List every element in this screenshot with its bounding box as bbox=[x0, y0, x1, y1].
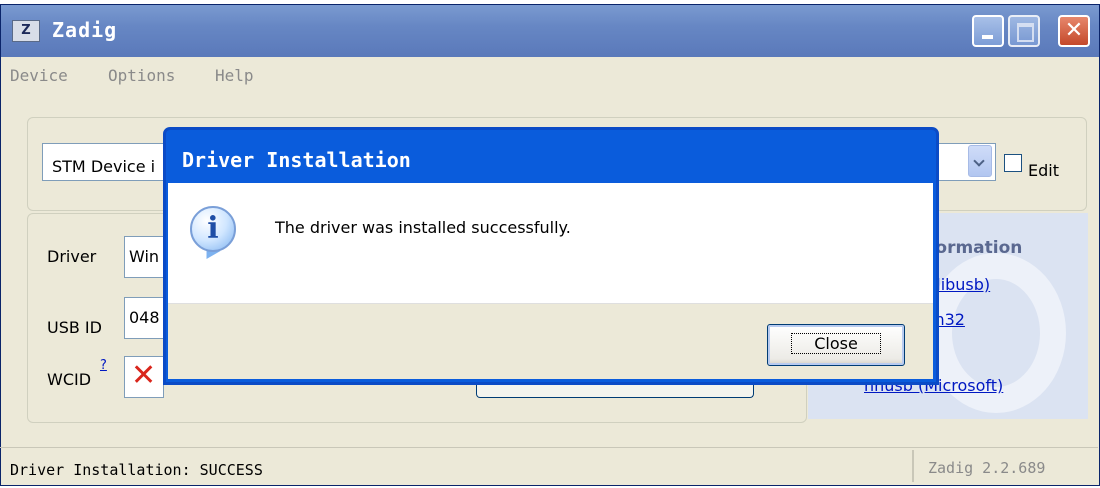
info-heading: formation bbox=[928, 238, 1023, 258]
libusb-link[interactable]: (libusb) bbox=[930, 275, 990, 294]
version-text: Zadig 2.2.689 bbox=[928, 459, 1046, 477]
information-icon: i bbox=[190, 206, 236, 252]
dialog-title: Driver Installation bbox=[182, 148, 411, 172]
dialog-message: The driver was installed successfully. bbox=[275, 218, 571, 237]
zadig-app-icon[interactable]: Z bbox=[12, 20, 40, 42]
dialog-close-button[interactable]: Close bbox=[767, 324, 905, 366]
dialog-close-label: Close bbox=[791, 333, 881, 354]
wcid-help-link[interactable]: ? bbox=[100, 358, 107, 373]
status-divider bbox=[912, 450, 914, 482]
wcid-label: WCID bbox=[47, 370, 92, 389]
window-title: Zadig bbox=[52, 18, 118, 42]
dialog-body bbox=[168, 183, 933, 303]
minimize-button[interactable] bbox=[972, 15, 1004, 47]
maximize-button[interactable] bbox=[1008, 15, 1040, 47]
menu-help[interactable]: Help bbox=[215, 66, 254, 85]
device-dropdown-value: STM Device i bbox=[52, 157, 156, 176]
title-bar[interactable] bbox=[1, 5, 1099, 57]
edit-label[interactable]: Edit bbox=[1028, 161, 1059, 180]
menu-device[interactable]: Device bbox=[10, 66, 68, 85]
menu-options[interactable]: Options bbox=[108, 66, 175, 85]
status-text: Driver Installation: SUCCESS bbox=[10, 461, 263, 479]
window-close-button[interactable]: ✕ bbox=[1058, 15, 1090, 47]
chevron-down-icon[interactable] bbox=[968, 145, 992, 177]
usbid-label: USB ID bbox=[47, 318, 102, 337]
driver-label: Driver bbox=[47, 247, 97, 266]
error-x-icon: ✕ bbox=[131, 358, 157, 393]
edit-checkbox[interactable] bbox=[1004, 154, 1022, 172]
